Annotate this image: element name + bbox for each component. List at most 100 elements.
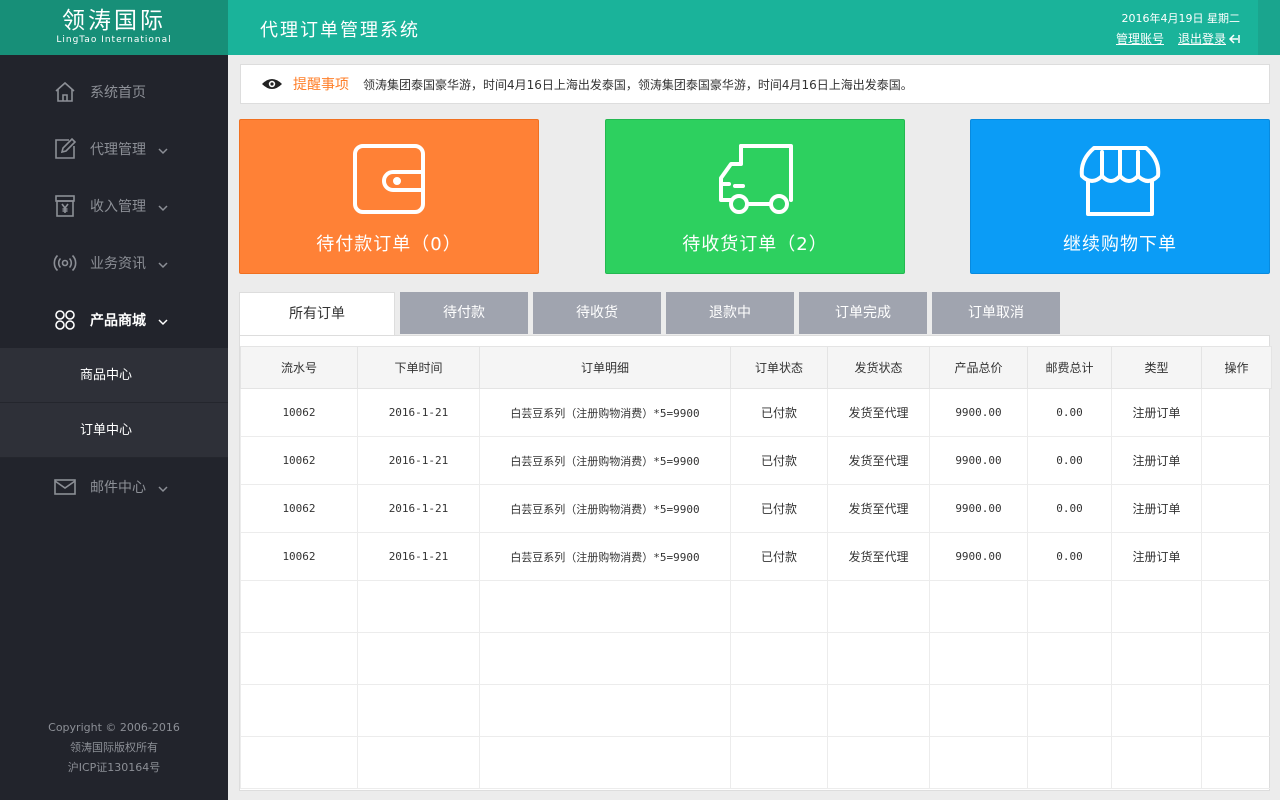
table-cell [730,736,828,789]
sidebar-item-mall[interactable]: 产品商城 [0,291,228,348]
notice-bar: 提醒事项 领涛集团泰国豪华游，时间4月16日上海出发泰国，领涛集团泰国豪华游，时… [240,64,1270,104]
table-cell [1027,580,1112,633]
shop-icon [1078,142,1162,218]
col-order-detail[interactable]: 订单明细 [479,346,731,389]
table-cell [929,632,1028,685]
table-cell [479,684,731,737]
table-cell: 注册订单 [1111,484,1202,533]
sidebar-item-home[interactable]: 系统首页 [0,63,228,120]
sidebar-item-label: 业务资讯 [90,255,146,272]
sidebar-subitem-products[interactable]: 商品中心 [0,348,228,403]
table-cell [827,632,930,685]
table-cell [240,632,358,685]
logout-link[interactable]: 退出登录 [1178,30,1226,47]
sidebar-item-agent[interactable]: 代理管理 [0,120,228,177]
sidebar-subitem-orders[interactable]: 订单中心 [0,403,228,458]
table-cell: 2016-1-21 [357,436,480,485]
table-cell [479,580,731,633]
table-cell [240,580,358,633]
col-order-status[interactable]: 订单状态 [730,346,828,389]
table-cell [1027,736,1112,789]
table-cell [1201,436,1272,485]
notice-title: 提醒事项 [293,77,349,93]
page-title: 代理订单管理系统 [260,20,420,41]
table-cell: 0.00 [1027,436,1112,485]
table-cell [357,632,480,685]
tab-refunding[interactable]: 退款中 [666,292,794,334]
col-total-price[interactable]: 产品总价 [929,346,1028,389]
col-shipping-fee[interactable]: 邮费总计 [1027,346,1112,389]
brand-name-cn: 领涛国际 [62,8,166,34]
logout-group[interactable]: 退出登录 [1178,30,1240,47]
table-cell: 9900.00 [929,436,1028,485]
mail-icon [52,474,78,500]
sidebar-item-income[interactable]: 收入管理 [0,177,228,234]
chevron-down-icon [158,144,168,154]
table-row-empty [240,632,1272,685]
tab-pending-payment[interactable]: 待付款 [400,292,528,334]
table-row[interactable]: 10062 2016-1-21 白芸豆系列（注册购物消费）*5=9900 已付款 发货至… [240,484,1272,533]
col-order-time[interactable]: 下单时间 [357,346,480,389]
table-cell [1201,632,1272,685]
eye-icon [262,79,282,89]
table-cell [1201,484,1272,533]
table-cell: 发货至代理 [827,388,930,437]
table-cell [827,684,930,737]
table-cell: 9900.00 [929,532,1028,581]
order-tabs: 所有订单 待付款 待收货 退款中 订单完成 订单取消 [239,292,1060,335]
table-cell: 已付款 [730,532,828,581]
tab-cancelled[interactable]: 订单取消 [932,292,1060,334]
orders-table: 流水号 下单时间 订单明细 订单状态 发货状态 产品总价 邮费总计 类型 操作 … [240,346,1272,789]
table-cell [1201,580,1272,633]
continue-shopping-card[interactable]: 继续购物下单 [970,119,1270,274]
table-cell [730,580,828,633]
sidebar-item-label: 代理管理 [90,141,146,158]
col-shipping-status[interactable]: 发货状态 [827,346,930,389]
sidebar-item-label: 系统首页 [90,84,146,101]
table-header-row: 流水号 下单时间 订单明细 订单状态 发货状态 产品总价 邮费总计 类型 操作 [240,346,1272,389]
table-cell: 10062 [240,532,358,581]
table-cell: 已付款 [730,484,828,533]
header-date: 2016年4月19日 星期二 [1121,12,1241,25]
table-row-empty [240,736,1272,789]
wallet-icon [347,142,431,218]
rights-text: 领涛国际版权所有 [70,741,158,754]
card-label: 待收货订单（2） [682,234,828,255]
col-type[interactable]: 类型 [1111,346,1202,389]
tab-completed[interactable]: 订单完成 [799,292,927,334]
table-cell: 9900.00 [929,388,1028,437]
col-serial[interactable]: 流水号 [240,346,358,389]
sidebar-item-mail[interactable]: 邮件中心 [0,458,228,515]
table-cell [1201,684,1272,737]
table-row[interactable]: 10062 2016-1-21 白芸豆系列（注册购物消费）*5=9900 已付款 发货至… [240,436,1272,485]
tab-pending-receipt[interactable]: 待收货 [533,292,661,334]
chevron-down-icon [158,258,168,268]
col-actions[interactable]: 操作 [1201,346,1272,389]
table-cell [1201,532,1272,581]
table-cell [1111,632,1202,685]
table-cell [357,736,480,789]
tab-all-orders[interactable]: 所有订单 [239,292,395,335]
table-cell [240,736,358,789]
brand-logo[interactable]: 领涛国际 LingTao International [0,0,228,55]
account-link[interactable]: 管理账号 [1116,30,1164,47]
pending-receipt-card[interactable]: 待收货订单（2） [605,119,905,274]
table-cell: 发货至代理 [827,532,930,581]
table-row[interactable]: 10062 2016-1-21 白芸豆系列（注册购物消费）*5=9900 已付款 发货至… [240,388,1272,437]
table-row[interactable]: 10062 2016-1-21 白芸豆系列（注册购物消费）*5=9900 已付款 发货至… [240,532,1272,581]
table-cell [357,684,480,737]
edit-icon [52,136,78,162]
table-cell: 9900.00 [929,484,1028,533]
pending-payment-card[interactable]: 待付款订单（0） [239,119,539,274]
table-cell [1111,580,1202,633]
table-row-empty [240,580,1272,633]
chevron-down-icon [158,201,168,211]
clover-icon [52,307,78,333]
table-cell [240,684,358,737]
sidebar-item-news[interactable]: 业务资讯 [0,234,228,291]
table-cell: 注册订单 [1111,388,1202,437]
table-cell [479,736,731,789]
logout-icon[interactable] [1228,33,1240,45]
broadcast-icon [52,250,78,276]
table-cell: 10062 [240,484,358,533]
